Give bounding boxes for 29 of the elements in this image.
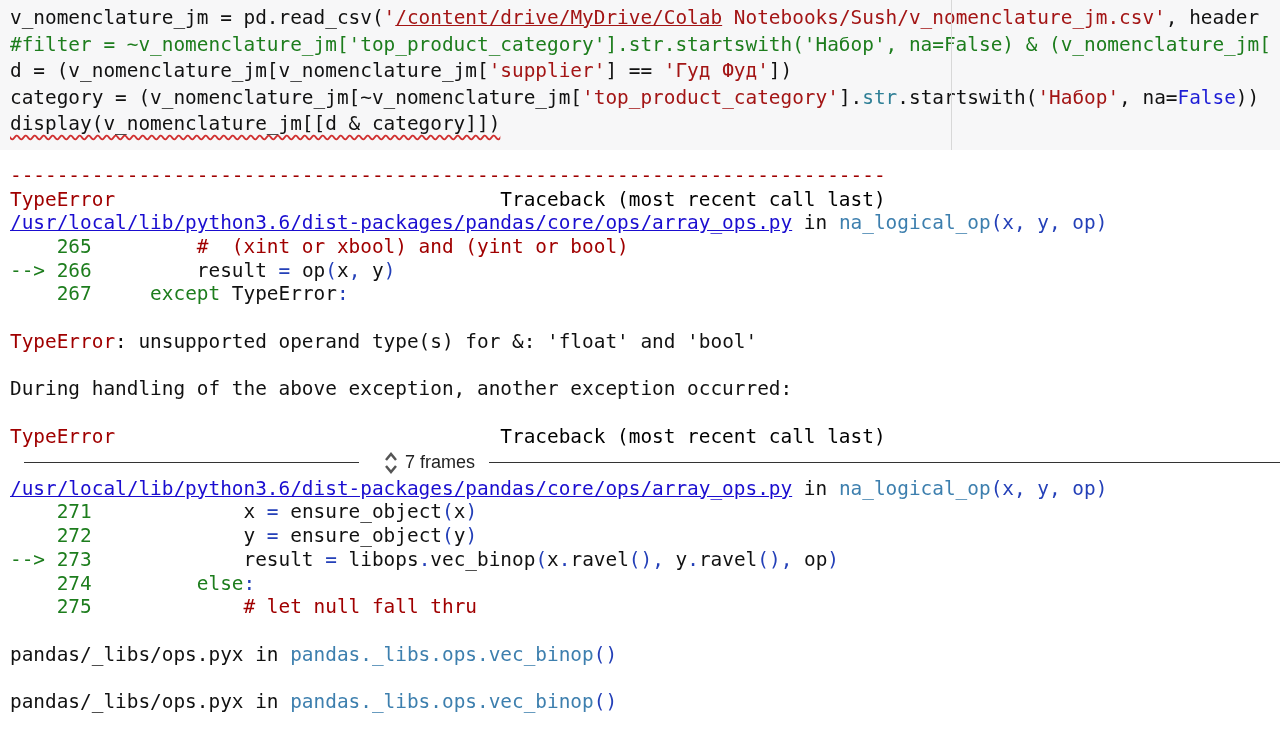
output-line: --> 266 result = op(x, y) — [10, 258, 396, 283]
output-line: During handling of the above exception, another exception occurred: — [10, 377, 793, 401]
frames-toggle[interactable]: 7 frames — [359, 450, 490, 475]
output-line: --> 273 result = libops.vec_binop(x.ravel(), y.ravel(), op) — [10, 547, 840, 572]
output-line: --------------------------------------------------------------------------- — [10, 164, 886, 188]
output-text: in na_logical_op(x, y, op) — [802, 211, 1108, 236]
traceback-label: Traceback (most recent call last) — [500, 187, 886, 212]
output-text: in na_logical_op(x, y, op) — [802, 476, 1108, 501]
file-link[interactable]: /usr/local/lib/python3.6/dist-packages/pandas/core/ops/array_ops.py — [10, 211, 793, 236]
error-type: TypeError — [10, 424, 117, 449]
output-line: pandas/_libs/ops.pyx in pandas._libs.ops.vec_binop() — [10, 689, 618, 714]
code-line: display(v_nomenclature_jm[[d & category]]) — [10, 111, 501, 137]
output-line: 275 # let null fall thru — [55, 595, 477, 619]
code-line: v_nomenclature_jm = pd.read_csv('/content/drive/MyDrive/Colab Notebooks/Sush/v_nomenclature_jm.csv', header — [10, 5, 1260, 31]
code-cell[interactable] — [0, 0, 1280, 150]
output-line: 271 x = ensure_object(x) — [55, 500, 478, 525]
code-line: d = (v_nomenclature_jm[v_nomenclature_jm['supplier'] == 'Гуд Фуд']) — [10, 58, 793, 84]
output-line: pandas/_libs/ops.pyx in pandas._libs.ops.vec_binop() — [10, 642, 618, 667]
error-type: TypeError — [10, 187, 117, 212]
code-line: #filter = ~v_nomenclature_jm['top_product_category'].str.startswith('Набор', na=False) & (v_nomenclature_jm[ — [10, 31, 1271, 58]
output-line: 267 except TypeError: — [55, 282, 349, 307]
output-line: 274 else: — [55, 571, 256, 596]
code-line: category = (v_nomenclature_jm[~v_nomenclature_jm['top_product_category'].str.startswith('Набор', na=False)) — [10, 84, 1260, 111]
output-line: 265 # (xint or xbool) and (yint or bool) — [55, 235, 629, 259]
output-line: TypeError: unsupported operand type(s) for &: 'float' and 'bool' — [10, 329, 758, 354]
file-link[interactable]: /usr/local/lib/python3.6/dist-packages/pandas/core/ops/array_ops.py — [10, 476, 793, 501]
expand-collapse-icon — [383, 450, 399, 475]
traceback-label: Traceback (most recent call last) — [500, 424, 886, 449]
output-line: 272 y = ensure_object(y) — [55, 524, 478, 548]
